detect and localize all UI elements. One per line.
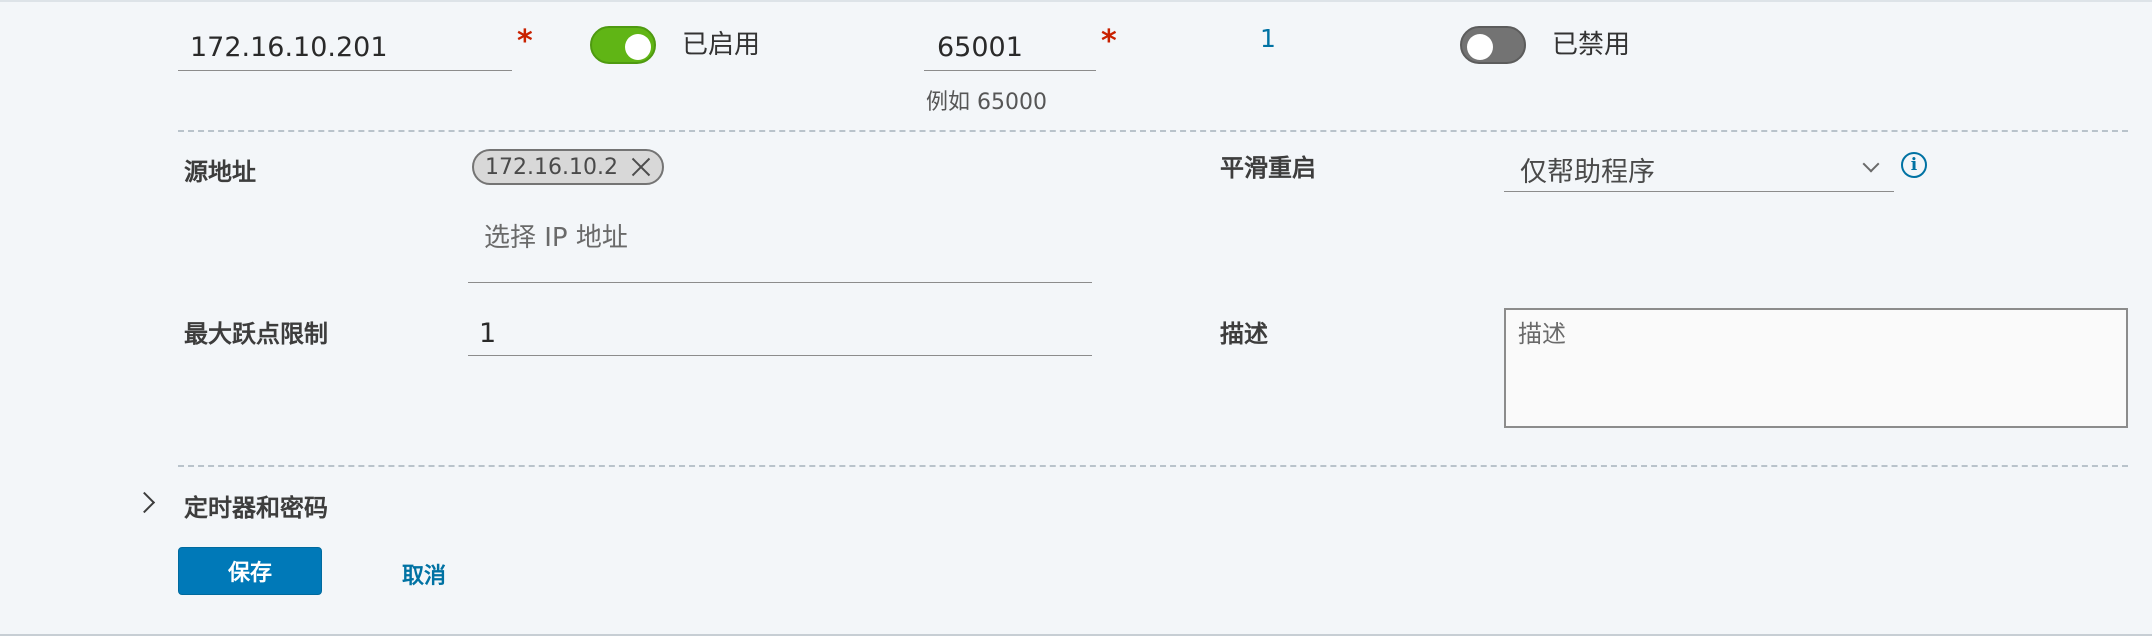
cancel-button[interactable]: 取消 xyxy=(402,558,446,590)
allowas-in-toggle[interactable] xyxy=(1460,26,1526,64)
chevron-right-icon xyxy=(133,491,156,514)
remote-as-value: 65001 xyxy=(937,32,1023,63)
graceful-restart-value: 仅帮助程序 xyxy=(1520,157,1655,188)
toggle-knob xyxy=(625,34,651,60)
source-address-placeholder: 选择 IP 地址 xyxy=(484,223,628,253)
allowas-in-toggle-label: 已禁用 xyxy=(1552,30,1631,60)
description-label: 描述 xyxy=(1220,320,1268,348)
max-hop-limit-label: 最大跃点限制 xyxy=(184,320,328,348)
info-icon[interactable]: i xyxy=(1901,152,1927,178)
timers-section-label: 定时器和密码 xyxy=(184,494,328,522)
graceful-restart-select[interactable]: 仅帮助程序 xyxy=(1504,144,1894,192)
save-button-label: 保存 xyxy=(227,561,272,586)
chip-label: 172.16.10.2 xyxy=(485,154,618,180)
source-address-label: 源地址 xyxy=(184,158,256,186)
bgp-neighbor-edit-panel: 172.16.10.201 * 已启用 65001 * 例如 65000 1 已… xyxy=(0,0,2152,636)
neighbor-ip-value: 172.16.10.201 xyxy=(190,32,388,63)
timers-section-toggle[interactable]: 定时器和密码 xyxy=(130,482,380,522)
remote-as-hint: 例如 65000 xyxy=(926,90,1047,115)
bfd-toggle[interactable] xyxy=(590,26,656,64)
max-hop-limit-value: 1 xyxy=(479,318,497,349)
description-placeholder: 描述 xyxy=(1518,320,1566,348)
neighbor-ip-input[interactable]: 172.16.10.201 xyxy=(178,24,512,71)
max-hop-limit-input[interactable]: 1 xyxy=(468,308,1092,356)
toggle-knob xyxy=(1467,34,1493,60)
required-marker: * xyxy=(517,24,533,59)
section-divider xyxy=(178,130,2128,132)
chevron-down-icon xyxy=(1862,155,1880,173)
section-divider xyxy=(178,465,2128,467)
source-address-select[interactable]: 选择 IP 地址 xyxy=(468,202,1092,283)
source-address-chip: 172.16.10.2 xyxy=(472,149,664,185)
save-button[interactable]: 保存 xyxy=(178,547,322,595)
required-marker: * xyxy=(1101,24,1117,59)
close-icon[interactable] xyxy=(630,156,652,178)
route-filter-count-link[interactable]: 1 xyxy=(1260,24,1276,53)
bfd-toggle-label: 已启用 xyxy=(682,30,761,60)
graceful-restart-label: 平滑重启 xyxy=(1220,154,1316,182)
description-textarea[interactable]: 描述 xyxy=(1504,308,2128,428)
remote-as-input[interactable]: 65001 xyxy=(924,24,1096,71)
